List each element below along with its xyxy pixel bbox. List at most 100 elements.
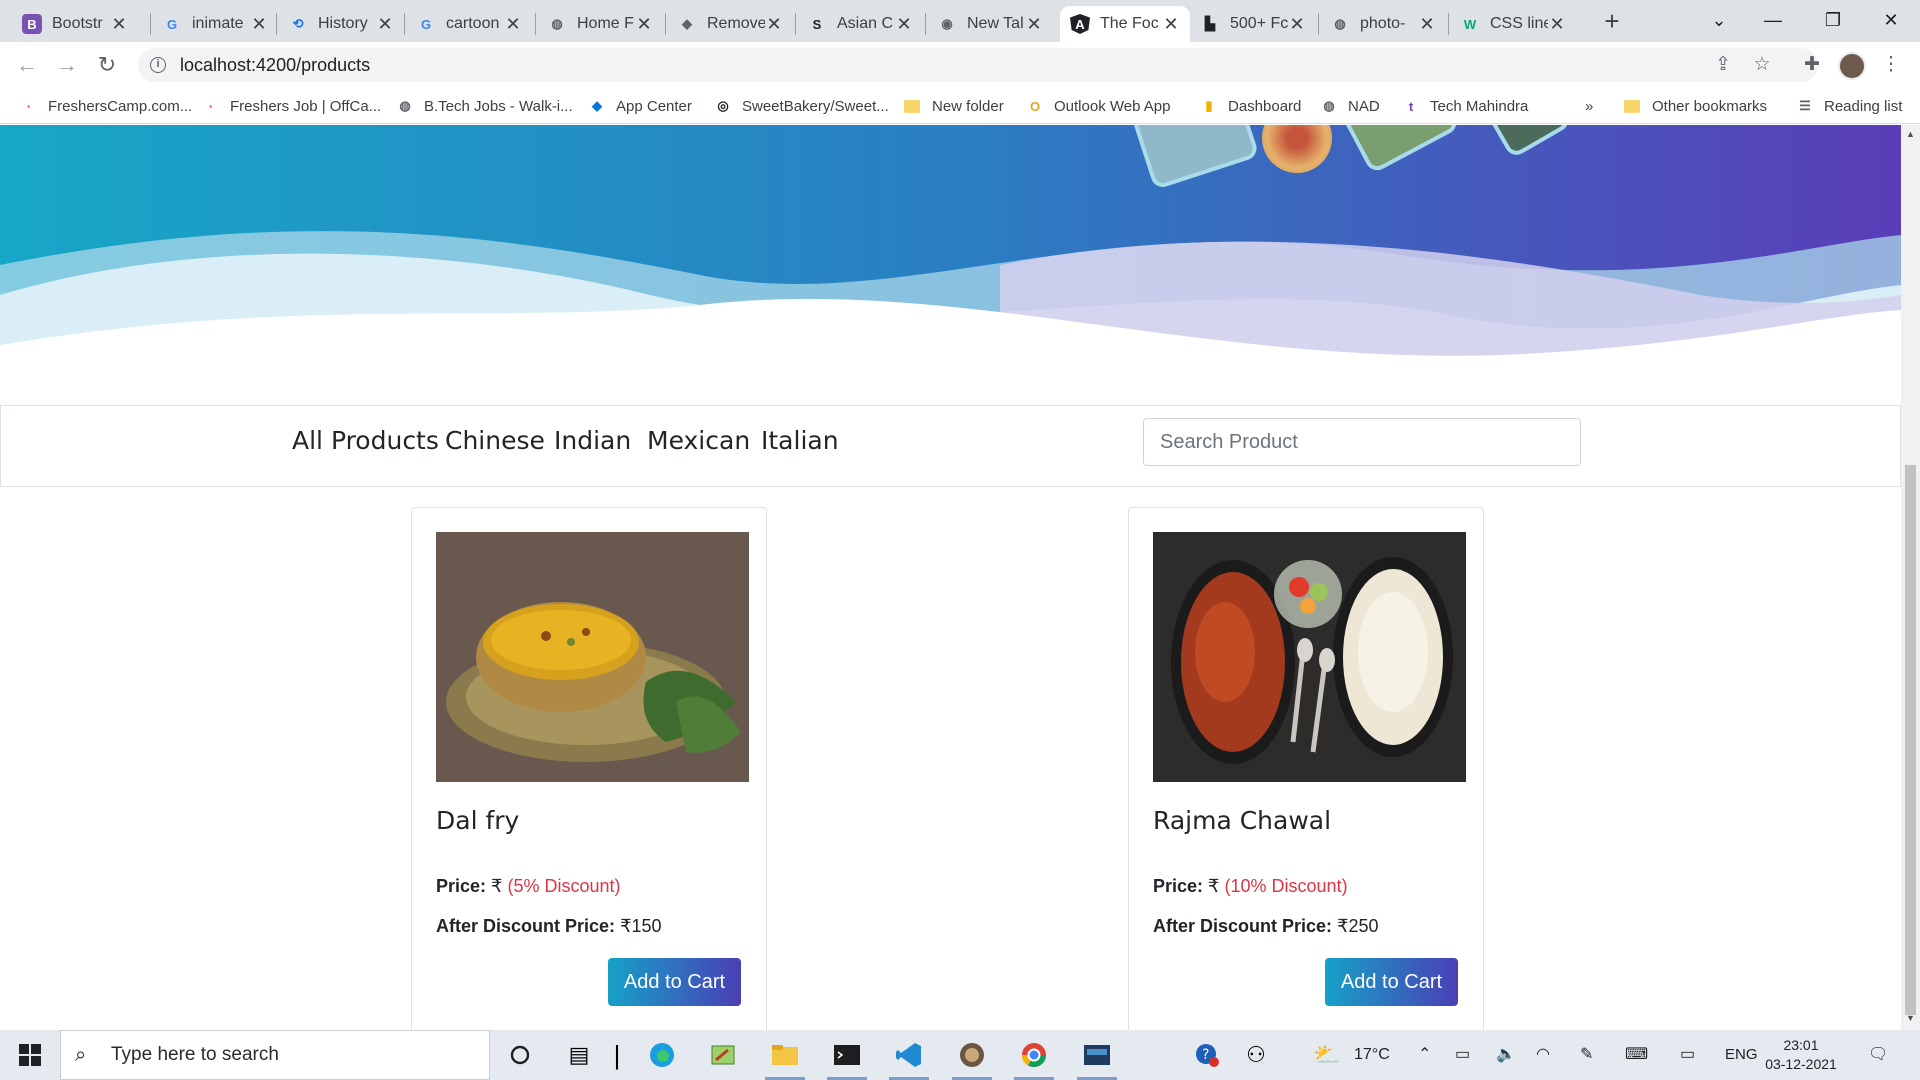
close-tab-icon[interactable]: ✕ <box>1418 14 1436 35</box>
file-explorer-icon[interactable] <box>768 1039 802 1071</box>
close-window-icon[interactable]: ✕ <box>1868 0 1914 40</box>
browser-tab[interactable]: A The Foc ✕ <box>1060 6 1190 42</box>
bookmark-item[interactable]: · FreshersCamp.com... <box>20 94 192 118</box>
mysql-workbench-icon[interactable] <box>1080 1039 1114 1071</box>
minimize-icon[interactable]: — <box>1750 0 1796 40</box>
add-to-cart-button[interactable]: Add to Cart <box>608 958 741 1006</box>
bookmark-item[interactable]: ◍ B.Tech Jobs - Walk-i... <box>396 94 572 118</box>
windows-start-icon[interactable] <box>13 1039 47 1071</box>
task-view-icon[interactable]: ▤ <box>562 1039 596 1071</box>
weather-icon[interactable]: ⛅ <box>1310 1039 1344 1071</box>
product-card: Dal fry Price: ₹ (5% Discount) After Dis… <box>411 507 767 1030</box>
browser-tab[interactable]: ▙ 500+ Fc ✕ <box>1190 6 1316 42</box>
close-tab-icon[interactable]: ✕ <box>895 14 913 35</box>
notifications-icon[interactable]: 🗨 <box>1868 1030 1888 1080</box>
url-text[interactable]: localhost:4200/products <box>180 55 370 76</box>
browser-tab[interactable]: ⟲ History ✕ <box>278 6 404 42</box>
bookmark-label: Dashboard <box>1228 97 1302 115</box>
reload-icon[interactable]: ↻ <box>90 48 124 82</box>
browser-tab[interactable]: ◍ photo- ✕ <box>1320 6 1446 42</box>
browser-tab[interactable]: S Asian C ✕ <box>797 6 923 42</box>
menu-icon[interactable]: ⋮ <box>1878 52 1904 78</box>
after-discount-price: After Discount Price: ₹150 <box>436 916 662 937</box>
new-tab-button[interactable]: + <box>1597 6 1627 36</box>
bookmark-star-icon[interactable]: ☆ <box>1749 52 1775 78</box>
tab-separator <box>925 13 926 35</box>
address-bar[interactable]: i localhost:4200/products <box>138 48 1818 82</box>
tech-mahindra-icon: t <box>1408 98 1414 114</box>
site-info-icon[interactable]: i <box>150 57 166 73</box>
bookmark-item[interactable]: t Tech Mahindra <box>1402 94 1529 118</box>
app-center-icon: ◆ <box>592 98 602 113</box>
restore-icon[interactable]: ❐ <box>1810 0 1856 40</box>
bookmarks-overflow-button[interactable]: » <box>1585 94 1593 118</box>
category-indian[interactable]: Indian <box>554 426 631 455</box>
terminal-icon[interactable] <box>830 1039 864 1071</box>
profile-avatar[interactable] <box>1838 52 1866 80</box>
category-italian[interactable]: Italian <box>761 426 839 455</box>
bookmark-item[interactable]: O Outlook Web App <box>1026 94 1171 118</box>
close-tab-icon[interactable]: ✕ <box>635 14 653 35</box>
search-product-input[interactable] <box>1143 418 1581 466</box>
close-tab-icon[interactable]: ✕ <box>504 14 522 35</box>
category-chinese[interactable]: Chinese <box>445 426 545 455</box>
page-scrollbar[interactable]: ▲ ▼ <box>1901 125 1920 1030</box>
browser-tab[interactable]: ◆ Remove ✕ <box>667 6 793 42</box>
back-icon[interactable]: ← <box>10 48 44 82</box>
edge-icon[interactable] <box>645 1039 679 1071</box>
browser-tab[interactable]: Gcartoon ✕ <box>406 6 532 42</box>
other-bookmarks[interactable]: Other bookmarks <box>1624 94 1767 118</box>
close-tab-icon[interactable]: ✕ <box>110 14 128 35</box>
bookmark-item[interactable]: ◆ App Center <box>588 94 692 118</box>
display-icon[interactable]: ▭ <box>1680 1030 1695 1080</box>
paint-icon[interactable] <box>706 1039 740 1071</box>
tab-separator <box>535 13 536 35</box>
browser-tab[interactable]: ◉ New Tal ✕ <box>927 6 1053 42</box>
bookmark-item[interactable]: New folder <box>904 94 1004 118</box>
bookmark-item[interactable]: ▮ Dashboard <box>1200 94 1301 118</box>
category-mexican[interactable]: Mexican <box>647 426 750 455</box>
browser-tab[interactable]: ◍ Home F ✕ <box>537 6 663 42</box>
cortana-icon[interactable] <box>503 1039 537 1071</box>
volume-icon[interactable]: 🔈 <box>1496 1030 1516 1080</box>
after-discount-price: After Discount Price: ₹250 <box>1153 916 1379 937</box>
close-tab-icon[interactable]: ✕ <box>1548 14 1566 35</box>
bookmark-item[interactable]: · Freshers Job | OffCa... <box>202 94 381 118</box>
taskbar-clock[interactable]: 23:01 03-12-2021 <box>1756 1036 1846 1074</box>
help-icon[interactable]: ? <box>1190 1039 1224 1071</box>
chrome-icon[interactable] <box>1017 1039 1051 1071</box>
scroll-down-icon[interactable]: ▼ <box>1905 1013 1916 1023</box>
close-tab-icon[interactable]: ✕ <box>1025 14 1043 35</box>
keyboard-icon[interactable]: ⌨ <box>1625 1030 1648 1080</box>
add-to-cart-button[interactable]: Add to Cart <box>1325 958 1458 1006</box>
app-icon[interactable] <box>955 1039 989 1071</box>
close-tab-icon[interactable]: ✕ <box>250 14 268 35</box>
extensions-icon[interactable]: ✚ <box>1799 52 1825 78</box>
browser-tab[interactable]: W CSS line ✕ <box>1450 6 1576 42</box>
forward-icon[interactable]: → <box>50 48 84 82</box>
pen-icon[interactable]: ✎ <box>1580 1030 1593 1080</box>
show-hidden-icons-icon[interactable]: ⌃ <box>1418 1030 1431 1080</box>
browser-tab[interactable]: B Bootstr ✕ <box>12 6 138 42</box>
close-tab-icon[interactable]: ✕ <box>376 14 394 35</box>
battery-icon[interactable]: ▭ <box>1455 1030 1470 1080</box>
language-indicator[interactable]: ENG <box>1725 1030 1758 1080</box>
scrollbar-thumb[interactable] <box>1905 465 1916 1015</box>
taskbar-search-box[interactable]: ⌕ Type here to search <box>60 1030 490 1080</box>
people-icon[interactable]: ⚇ <box>1239 1039 1273 1071</box>
wifi-icon[interactable]: ◠ <box>1536 1030 1550 1080</box>
bookmark-item[interactable]: ◍ NAD <box>1320 94 1379 118</box>
page-viewport: All Products Chinese Indian Mexican Ital… <box>0 125 1901 1030</box>
weather-temperature[interactable]: 17°C <box>1354 1030 1390 1080</box>
close-tab-icon[interactable]: ✕ <box>1162 14 1180 35</box>
bookmark-item[interactable]: ◎ SweetBakery/Sweet... <box>714 94 888 118</box>
reading-list[interactable]: ☰ Reading list <box>1796 94 1902 118</box>
category-all-products[interactable]: All Products <box>292 426 439 455</box>
scroll-up-icon[interactable]: ▲ <box>1905 129 1916 139</box>
close-tab-icon[interactable]: ✕ <box>765 14 783 35</box>
vscode-icon[interactable] <box>892 1039 926 1071</box>
tab-search-icon[interactable]: ⌄ <box>1696 0 1742 40</box>
browser-tab[interactable]: Ginimate ✕ <box>152 6 278 42</box>
share-icon[interactable]: ⇪ <box>1710 52 1736 78</box>
close-tab-icon[interactable]: ✕ <box>1288 14 1306 35</box>
